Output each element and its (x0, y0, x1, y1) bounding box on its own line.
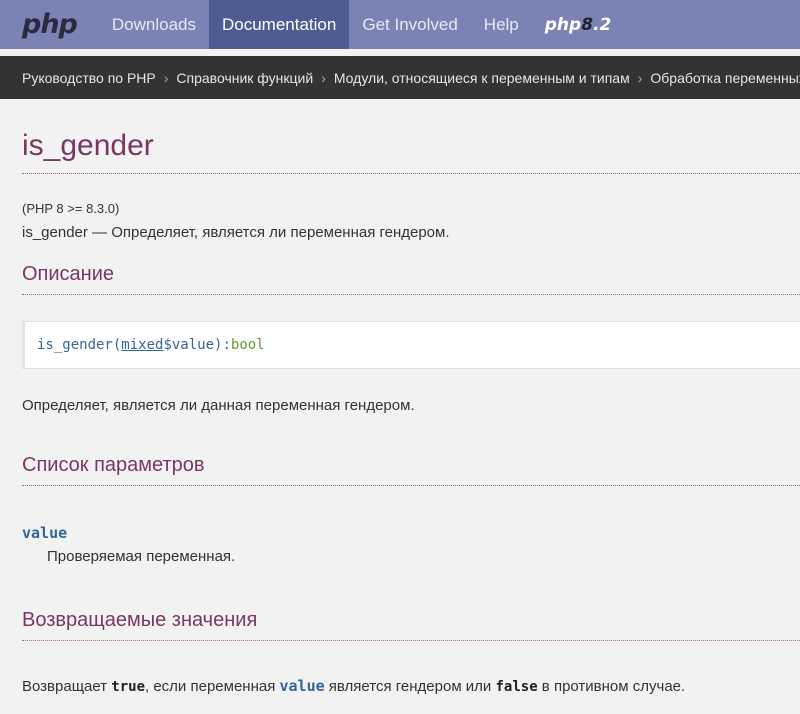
php-version-badge[interactable]: php 8.2 (532, 0, 625, 49)
return-text-part: Возвращает (22, 678, 112, 695)
badge-prefix: php (544, 14, 582, 35)
nav-get-involved[interactable]: Get Involved (349, 0, 470, 49)
function-purpose: is_gender — Определяет, является ли пере… (22, 224, 450, 241)
chevron-right-icon: › (321, 69, 326, 86)
false-literal: false (495, 679, 538, 695)
nav-downloads[interactable]: Downloads (99, 0, 209, 49)
breadcrumb-manual[interactable]: Руководство по PHP (22, 70, 156, 86)
chevron-right-icon: › (637, 69, 643, 86)
breadcrumb: Руководство по PHP › Справочник функций … (0, 56, 800, 99)
page-title: is_gender (22, 129, 800, 174)
return-text-part: в противном случае. (537, 678, 686, 695)
method-synopsis: is_gender(mixed $value): bool (22, 321, 800, 369)
badge-eight: 8 (581, 14, 594, 35)
description-heading: Описание (22, 263, 800, 295)
parameter-name: value (22, 524, 68, 542)
nav-help[interactable]: Help (471, 0, 532, 49)
return-values-text: Возвращает true, если переменная value я… (22, 677, 800, 695)
breadcrumb-function-reference[interactable]: Справочник функций (176, 70, 313, 86)
synopsis-function-name: is_gender (37, 337, 113, 353)
chevron-right-icon: › (163, 69, 169, 86)
breadcrumb-variable-handling[interactable]: Обработка переменных (650, 70, 800, 86)
synopsis-close-paren: ): (214, 337, 231, 353)
parameter-description: Проверяемая переменная. (47, 548, 236, 565)
parameters-heading: Список параметров (22, 454, 800, 486)
synopsis-open-paren: ( (112, 337, 122, 353)
synopsis-parameter: $value (163, 337, 215, 353)
return-text-part: , если переменная (145, 678, 280, 695)
return-values-heading: Возвращаемые значения (22, 609, 800, 641)
nav-documentation[interactable]: Documentation (209, 0, 350, 49)
version-info: (PHP 8 >= 8.3.0) (22, 201, 120, 216)
return-text-part: является гендером или (324, 678, 496, 695)
synopsis-type-link[interactable]: mixed (121, 337, 163, 353)
true-literal: true (111, 679, 145, 695)
description-text: Определяет, является ли данная переменна… (22, 397, 415, 414)
nav-separator (0, 49, 800, 56)
php-logo[interactable]: php (22, 0, 78, 49)
breadcrumb-variable-modules[interactable]: Модули, относящиеся к переменным и типам (334, 70, 630, 86)
value-variable-ref: value (279, 677, 325, 695)
badge-suffix: .2 (593, 14, 612, 35)
main-content: is_gender (PHP 8 >= 8.3.0) is_gender — О… (0, 129, 800, 695)
top-navigation: php Downloads Documentation Get Involved… (0, 0, 800, 49)
synopsis-return-type: bool (230, 337, 265, 353)
